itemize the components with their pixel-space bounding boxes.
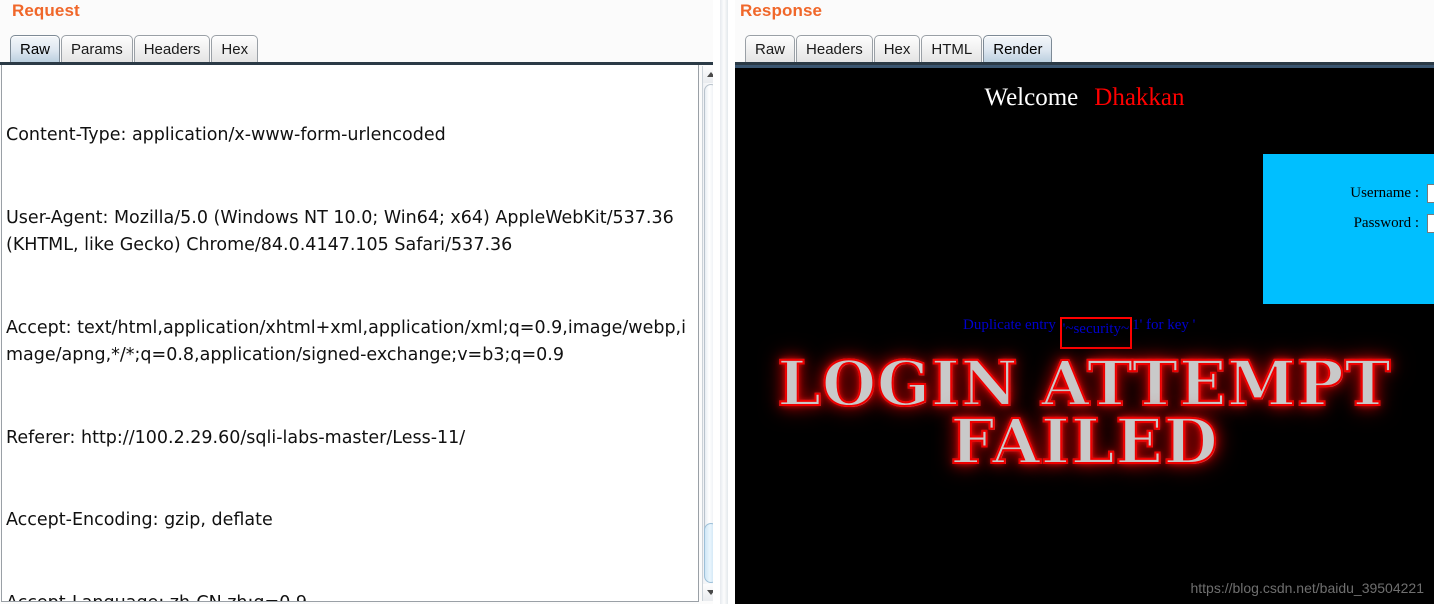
login-attempt-failed-banner: LOGIN ATTEMPT FAILED <box>735 352 1434 478</box>
password-label: Password : <box>1353 215 1419 231</box>
welcome-username: Dhakkan <box>1094 84 1185 111</box>
welcome-heading: Welcome Dhakkan <box>735 84 1434 112</box>
tab-response-raw[interactable]: Raw <box>745 35 796 63</box>
tab-request-params[interactable]: Params <box>61 35 133 63</box>
response-panel-title: Response <box>740 1 823 20</box>
tab-response-render[interactable]: Render <box>983 35 1053 63</box>
tab-request-raw[interactable]: Raw <box>10 35 61 63</box>
request-header-line: Accept: text/html,application/xhtml+xml,… <box>6 317 686 366</box>
sql-error-prefix: Duplicate entry <box>963 317 1060 333</box>
watermark-url: https://blog.csdn.net/baidu_39504221 <box>1190 580 1424 596</box>
request-tab-strip: Raw Params Headers Hex <box>10 33 259 63</box>
tab-response-headers[interactable]: Headers <box>796 35 873 63</box>
request-header-line: Referer: http://100.2.29.60/sqli-labs-ma… <box>6 427 466 448</box>
sql-error-highlighted-database: '~security~ <box>1059 317 1133 349</box>
banner-line-2: FAILED <box>949 405 1219 478</box>
tab-response-hex[interactable]: Hex <box>873 35 921 63</box>
panel-splitter[interactable] <box>713 0 735 604</box>
username-row: Username : <box>1350 184 1434 203</box>
tab-response-html[interactable]: HTML <box>921 35 983 63</box>
request-panel: Request Raw Params Headers Hex Content-T… <box>0 0 720 604</box>
welcome-label: Welcome <box>984 84 1079 111</box>
request-header-line: User-Agent: Mozilla/5.0 (Windows NT 10.0… <box>6 207 680 256</box>
tab-request-hex[interactable]: Hex <box>211 35 259 63</box>
tab-request-headers[interactable]: Headers <box>133 35 211 63</box>
render-top-strip <box>735 65 1434 68</box>
request-header-line: Accept-Language: zh-CN,zh;q=0.9 <box>6 590 694 602</box>
request-header-line: Accept-Encoding: gzip, deflate <box>6 510 273 530</box>
request-raw-text: Content-Type: application/x-www-form-url… <box>2 65 698 602</box>
burp-suite-repeater-view: Request Raw Params Headers Hex Content-T… <box>0 0 1434 604</box>
request-panel-title: Request <box>12 1 80 20</box>
username-label: Username : <box>1350 185 1419 201</box>
request-raw-editor[interactable]: Content-Type: application/x-www-form-url… <box>1 65 699 602</box>
password-input[interactable] <box>1427 214 1434 233</box>
sql-error-message: Duplicate entry '~security~ 1' for key ' <box>963 313 1196 349</box>
sql-error-suffix: 1' for key ' <box>1132 317 1196 333</box>
request-header-line: Content-Type: application/x-www-form-url… <box>6 125 446 145</box>
login-form-box: Username : Password : <box>1263 154 1434 304</box>
panel-splitter-handle[interactable] <box>720 0 728 604</box>
response-tab-strip: Raw Headers Hex HTML Render <box>745 33 1053 63</box>
response-render-surface[interactable]: Welcome Dhakkan Username : Password : Dup… <box>735 65 1434 604</box>
username-input[interactable] <box>1427 184 1434 203</box>
password-row: Password : <box>1354 214 1434 233</box>
